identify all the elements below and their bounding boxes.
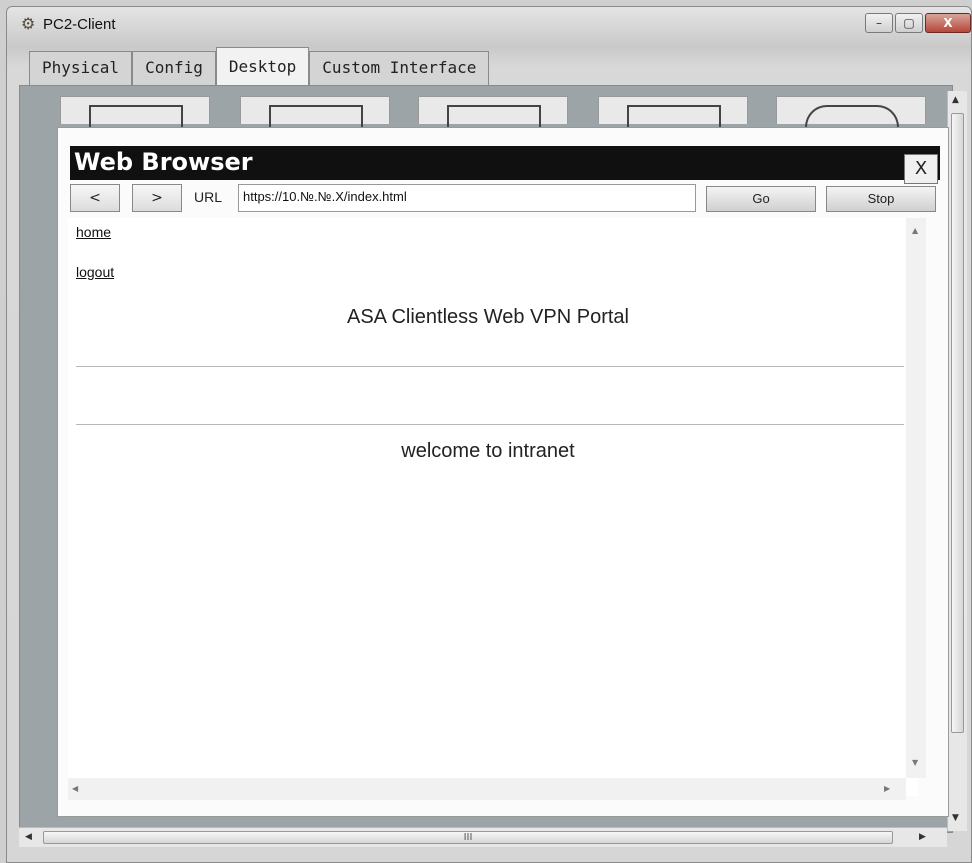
tab-custom-interface[interactable]: Custom Interface: [309, 51, 490, 85]
go-button[interactable]: Go: [706, 186, 816, 212]
welcome-text: welcome to intranet: [401, 440, 575, 462]
desktop-horizontal-scrollbar[interactable]: ◀ III ▶: [19, 827, 947, 847]
page-scroll-down-arrow-icon[interactable]: ▼: [912, 758, 918, 767]
divider: [76, 424, 904, 425]
desktop-app-icon-graphic: [89, 105, 183, 127]
desktop-app-icon-graphic: [805, 105, 899, 127]
scroll-right-arrow-icon[interactable]: ▶: [919, 832, 926, 842]
tab-desktop[interactable]: Desktop: [215, 47, 310, 85]
window-titlebar[interactable]: ⚙ PC2-Client – ▢ X: [7, 7, 971, 41]
tab-config[interactable]: Config: [132, 51, 216, 85]
window-title: PC2-Client: [43, 16, 116, 33]
url-input[interactable]: https://10.№.№.X/index.html: [238, 184, 696, 212]
window-controls: – ▢ X: [863, 13, 971, 35]
desktop-app-icon[interactable]: [60, 96, 210, 127]
page-scroll-right-arrow-icon[interactable]: ▶: [884, 784, 890, 793]
desktop-horizontal-scroll-thumb[interactable]: III: [43, 831, 893, 844]
page-vertical-scrollbar[interactable]: ▲ ▼: [906, 218, 926, 778]
desktop-app-icon[interactable]: [776, 96, 926, 127]
browser-close-button[interactable]: X: [904, 154, 938, 184]
page-scroll-left-arrow-icon[interactable]: ◀: [72, 784, 78, 793]
scroll-down-arrow-icon[interactable]: ▼: [952, 813, 959, 823]
page-horizontal-scrollbar[interactable]: ◀ ▶: [68, 778, 906, 800]
desktop-app-icon-graphic: [269, 105, 363, 127]
desktop-app-icon-graphic: [447, 105, 541, 127]
browser-titlebar: Web Browser X: [70, 146, 940, 184]
packet-tracer-app-icon: ⚙: [21, 14, 36, 33]
forward-button[interactable]: >: [132, 184, 182, 212]
desktop-vertical-scroll-thumb[interactable]: [951, 113, 964, 733]
close-window-button[interactable]: X: [925, 13, 971, 33]
scroll-up-arrow-icon[interactable]: ▲: [952, 95, 959, 105]
minimize-button[interactable]: –: [865, 13, 893, 33]
desktop-app-icon-graphic: [627, 105, 721, 127]
device-tabs: Physical Config Desktop Custom Interface: [29, 47, 490, 85]
pc2-client-window: ⚙ PC2-Client – ▢ X Physical Config Deskt…: [6, 6, 972, 863]
browser-toolbar: < > URL https://10.№.№.X/index.html Go S…: [70, 184, 940, 214]
logout-link[interactable]: logout: [76, 264, 114, 280]
back-button[interactable]: <: [70, 184, 120, 212]
maximize-button[interactable]: ▢: [895, 13, 923, 33]
page-scroll-up-arrow-icon[interactable]: ▲: [912, 226, 918, 235]
url-label: URL: [194, 189, 223, 205]
web-browser-window: Web Browser X < > URL https://10.№.№.X/i…: [57, 127, 949, 817]
desktop-app-icon[interactable]: [418, 96, 568, 127]
browser-title: Web Browser: [74, 148, 253, 176]
stop-button[interactable]: Stop: [826, 186, 936, 212]
desktop-app-icon[interactable]: [598, 96, 748, 127]
scroll-left-arrow-icon[interactable]: ◀: [25, 832, 32, 842]
home-link[interactable]: home: [76, 224, 111, 240]
desktop-vertical-scrollbar[interactable]: ▲ ▼: [947, 91, 967, 831]
portal-title: ASA Clientless Web VPN Portal: [347, 306, 629, 328]
divider: [76, 366, 904, 367]
tab-physical[interactable]: Physical: [29, 51, 133, 85]
browser-page-content: home logout ASA Clientless Web VPN Porta…: [68, 218, 918, 796]
desktop-app-icon[interactable]: [240, 96, 390, 127]
